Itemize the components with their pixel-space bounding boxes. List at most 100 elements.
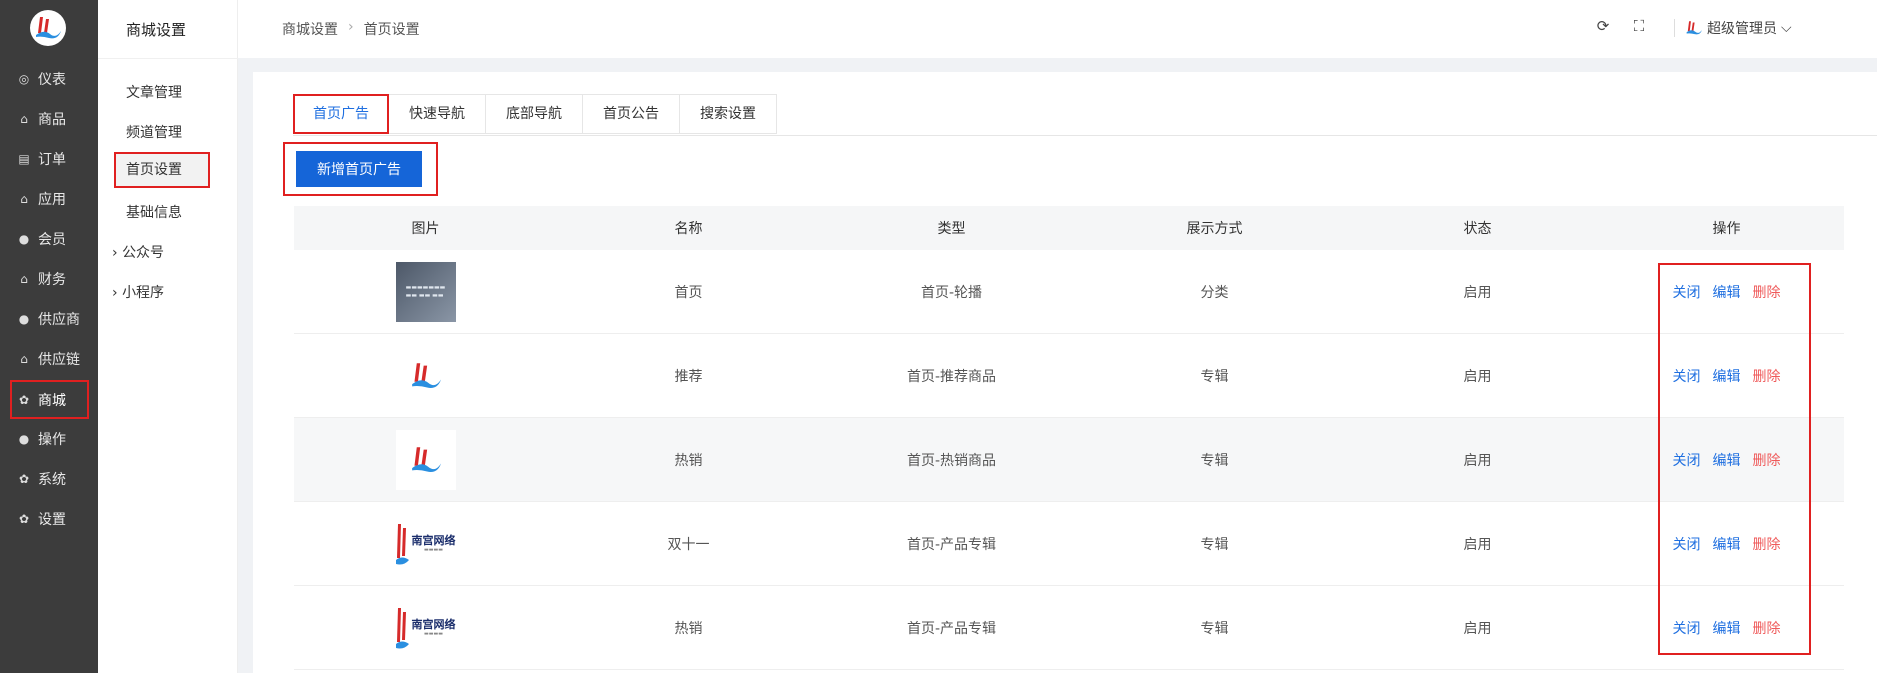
cell-status: 启用	[1463, 536, 1492, 553]
sidebar-item-mall[interactable]: ✿ 商城	[10, 380, 89, 419]
main-sidebar: ◎ 仪表 ⌂ 商品 ▤ 订单 ⌂ 应用 ● 会员 ⌂ 财务 ● 供应商 ⌂ 供应链 ✿ 商城 ● 操…	[0, 0, 98, 673]
sidebar-item-label: 财务	[38, 272, 66, 288]
bag-icon: ⌂	[20, 112, 28, 126]
close-link[interactable]: 关闭	[1673, 366, 1701, 386]
row-actions: 关闭 编辑 删除	[1609, 450, 1844, 470]
cell-type: 首页-热销商品	[906, 452, 997, 469]
brand-subtext: ▬▬▬▬	[424, 630, 443, 637]
ad-image: ▬▬▬▬▬▬▬ ▬▬ ▬▬ ▬▬	[395, 261, 456, 322]
subnav-item-channels[interactable]: 频道管理	[126, 122, 182, 142]
table-row: ▬▬▬▬▬▬▬ ▬▬ ▬▬ ▬▬ 首页 首页-轮播 分类 启用 关闭 编辑 删除	[294, 250, 1844, 334]
sidebar-item-dashboard[interactable]: ◎ 仪表	[12, 61, 86, 97]
edit-link[interactable]: 编辑	[1713, 366, 1741, 386]
cell-display: 专辑	[1200, 620, 1229, 637]
bag-icon: ⌂	[20, 192, 28, 206]
table-row: 热销 首页-热销商品 专辑 启用 关闭 编辑 删除	[294, 418, 1844, 502]
delete-link[interactable]: 删除	[1753, 282, 1781, 302]
chevron-down-icon: ⌵	[1781, 20, 1792, 36]
sidebar-item-label: 仪表	[38, 72, 66, 88]
sidebar-item-orders[interactable]: ▤ 订单	[12, 141, 86, 177]
gear-icon: ✿	[18, 472, 30, 486]
refresh-icon[interactable]: ⟳	[1594, 17, 1612, 35]
brand-text: 南宫网络	[411, 533, 456, 547]
sidebar-item-goods[interactable]: ⌂ 商品	[12, 101, 86, 137]
delete-link[interactable]: 删除	[1753, 366, 1781, 386]
subnav-group-official-account[interactable]: › 公众号	[112, 242, 164, 262]
breadcrumb: 商城设置 › 首页设置	[282, 19, 420, 39]
divider	[1674, 19, 1675, 37]
subnav-group-label: 小程序	[122, 285, 165, 301]
sidebar-item-supplier[interactable]: ● 供应商	[12, 301, 86, 337]
app-logo[interactable]	[30, 10, 66, 46]
tab-home-notice[interactable]: 首页公告	[583, 94, 680, 134]
add-home-ad-button[interactable]: 新增首页广告	[296, 151, 422, 187]
sidebar-item-label: 商城	[38, 392, 66, 409]
add-button-highlight: 新增首页广告	[283, 142, 438, 196]
subnav-item-basic-info[interactable]: 基础信息	[126, 202, 182, 222]
tab-search-settings[interactable]: 搜索设置	[680, 94, 777, 134]
edit-link[interactable]: 编辑	[1713, 282, 1741, 302]
cell-status: 启用	[1463, 452, 1492, 469]
subnav-item-home-settings[interactable]: 首页设置	[114, 152, 210, 188]
close-link[interactable]: 关闭	[1673, 282, 1701, 302]
tab-quick-nav[interactable]: 快速导航	[389, 94, 486, 134]
fullscreen-icon[interactable]: ⛶	[1630, 17, 1648, 35]
bag-icon: ⌂	[20, 352, 28, 366]
column-header: 类型	[937, 221, 966, 237]
user-icon: ●	[18, 312, 30, 326]
brand-text: 南宫网络	[411, 617, 456, 631]
chevron-right-icon: ›	[112, 245, 118, 261]
delete-link[interactable]: 删除	[1753, 450, 1781, 470]
sidebar-item-label: 订单	[38, 152, 66, 168]
cell-type: 首页-推荐商品	[906, 368, 997, 385]
brand-subtext: ▬▬▬▬	[424, 546, 443, 553]
sidebar-item-label: 操作	[38, 432, 66, 448]
ads-table: 图片 名称 类型 展示方式 状态 操作 ▬▬▬▬▬▬▬ ▬▬ ▬▬ ▬▬ 首页 首…	[294, 206, 1844, 670]
close-link[interactable]: 关闭	[1673, 534, 1701, 554]
subnav-group-mini-program[interactable]: › 小程序	[112, 282, 164, 302]
row-actions: 关闭 编辑 删除	[1609, 534, 1844, 554]
ad-image	[395, 345, 456, 406]
cell-name: 首页	[674, 284, 703, 301]
tab-footer-nav[interactable]: 底部导航	[486, 94, 583, 134]
divider	[98, 58, 238, 59]
sidebar-item-label: 供应商	[38, 312, 80, 328]
sidebar-item-members[interactable]: ● 会员	[12, 221, 86, 257]
row-actions: 关闭 编辑 删除	[1609, 618, 1844, 638]
cell-display: 专辑	[1200, 536, 1229, 553]
chevron-right-icon: ›	[348, 19, 354, 35]
delete-link[interactable]: 删除	[1753, 618, 1781, 638]
edit-link[interactable]: 编辑	[1713, 534, 1741, 554]
sidebar-item-supply-chain[interactable]: ⌂ 供应链	[12, 341, 86, 377]
sidebar-item-system[interactable]: ✿ 系统	[12, 461, 86, 497]
sidebar-item-operations[interactable]: ● 操作	[12, 421, 86, 457]
cell-name: 双十一	[667, 536, 710, 553]
ad-image: 南宫网络 ▬▬▬▬	[395, 597, 456, 658]
cell-status: 启用	[1463, 284, 1492, 301]
user-menu[interactable]: 超级管理员 ⌵	[1674, 18, 1792, 38]
breadcrumb-item[interactable]: 商城设置	[282, 19, 338, 39]
sidebar-item-label: 商品	[38, 112, 66, 128]
sidebar-item-finance[interactable]: ⌂ 财务	[12, 261, 86, 297]
sub-sidebar-title: 商城设置	[126, 21, 187, 39]
dashboard-icon: ◎	[18, 72, 30, 86]
sidebar-item-settings[interactable]: ✿ 设置	[12, 501, 86, 537]
cell-display: 专辑	[1200, 368, 1229, 385]
subnav-item-articles[interactable]: 文章管理	[126, 82, 182, 102]
edit-link[interactable]: 编辑	[1713, 618, 1741, 638]
close-link[interactable]: 关闭	[1673, 618, 1701, 638]
edit-link[interactable]: 编辑	[1713, 450, 1741, 470]
table-row: 南宫网络 ▬▬▬▬ 热销 首页-产品专辑 专辑 启用 关闭 编辑 删除	[294, 586, 1844, 670]
user-icon: ●	[18, 232, 30, 246]
gear-icon: ✿	[18, 512, 30, 526]
toolbar-icons: ⟳ ⛶	[1594, 17, 1648, 35]
delete-link[interactable]: 删除	[1753, 534, 1781, 554]
tab-home-ads[interactable]: 首页广告	[293, 94, 389, 134]
sidebar-item-label: 设置	[38, 512, 66, 528]
chevron-right-icon: ›	[112, 285, 118, 301]
close-link[interactable]: 关闭	[1673, 450, 1701, 470]
sidebar-item-apps[interactable]: ⌂ 应用	[12, 181, 86, 217]
cell-status: 启用	[1463, 368, 1492, 385]
top-header: 商城设置 › 首页设置 ⟳ ⛶ 超级管理员 ⌵	[238, 0, 1877, 58]
content-panel: 首页广告 快速导航 底部导航 首页公告 搜索设置 新增首页广告 图片 名称 类型…	[253, 72, 1877, 673]
